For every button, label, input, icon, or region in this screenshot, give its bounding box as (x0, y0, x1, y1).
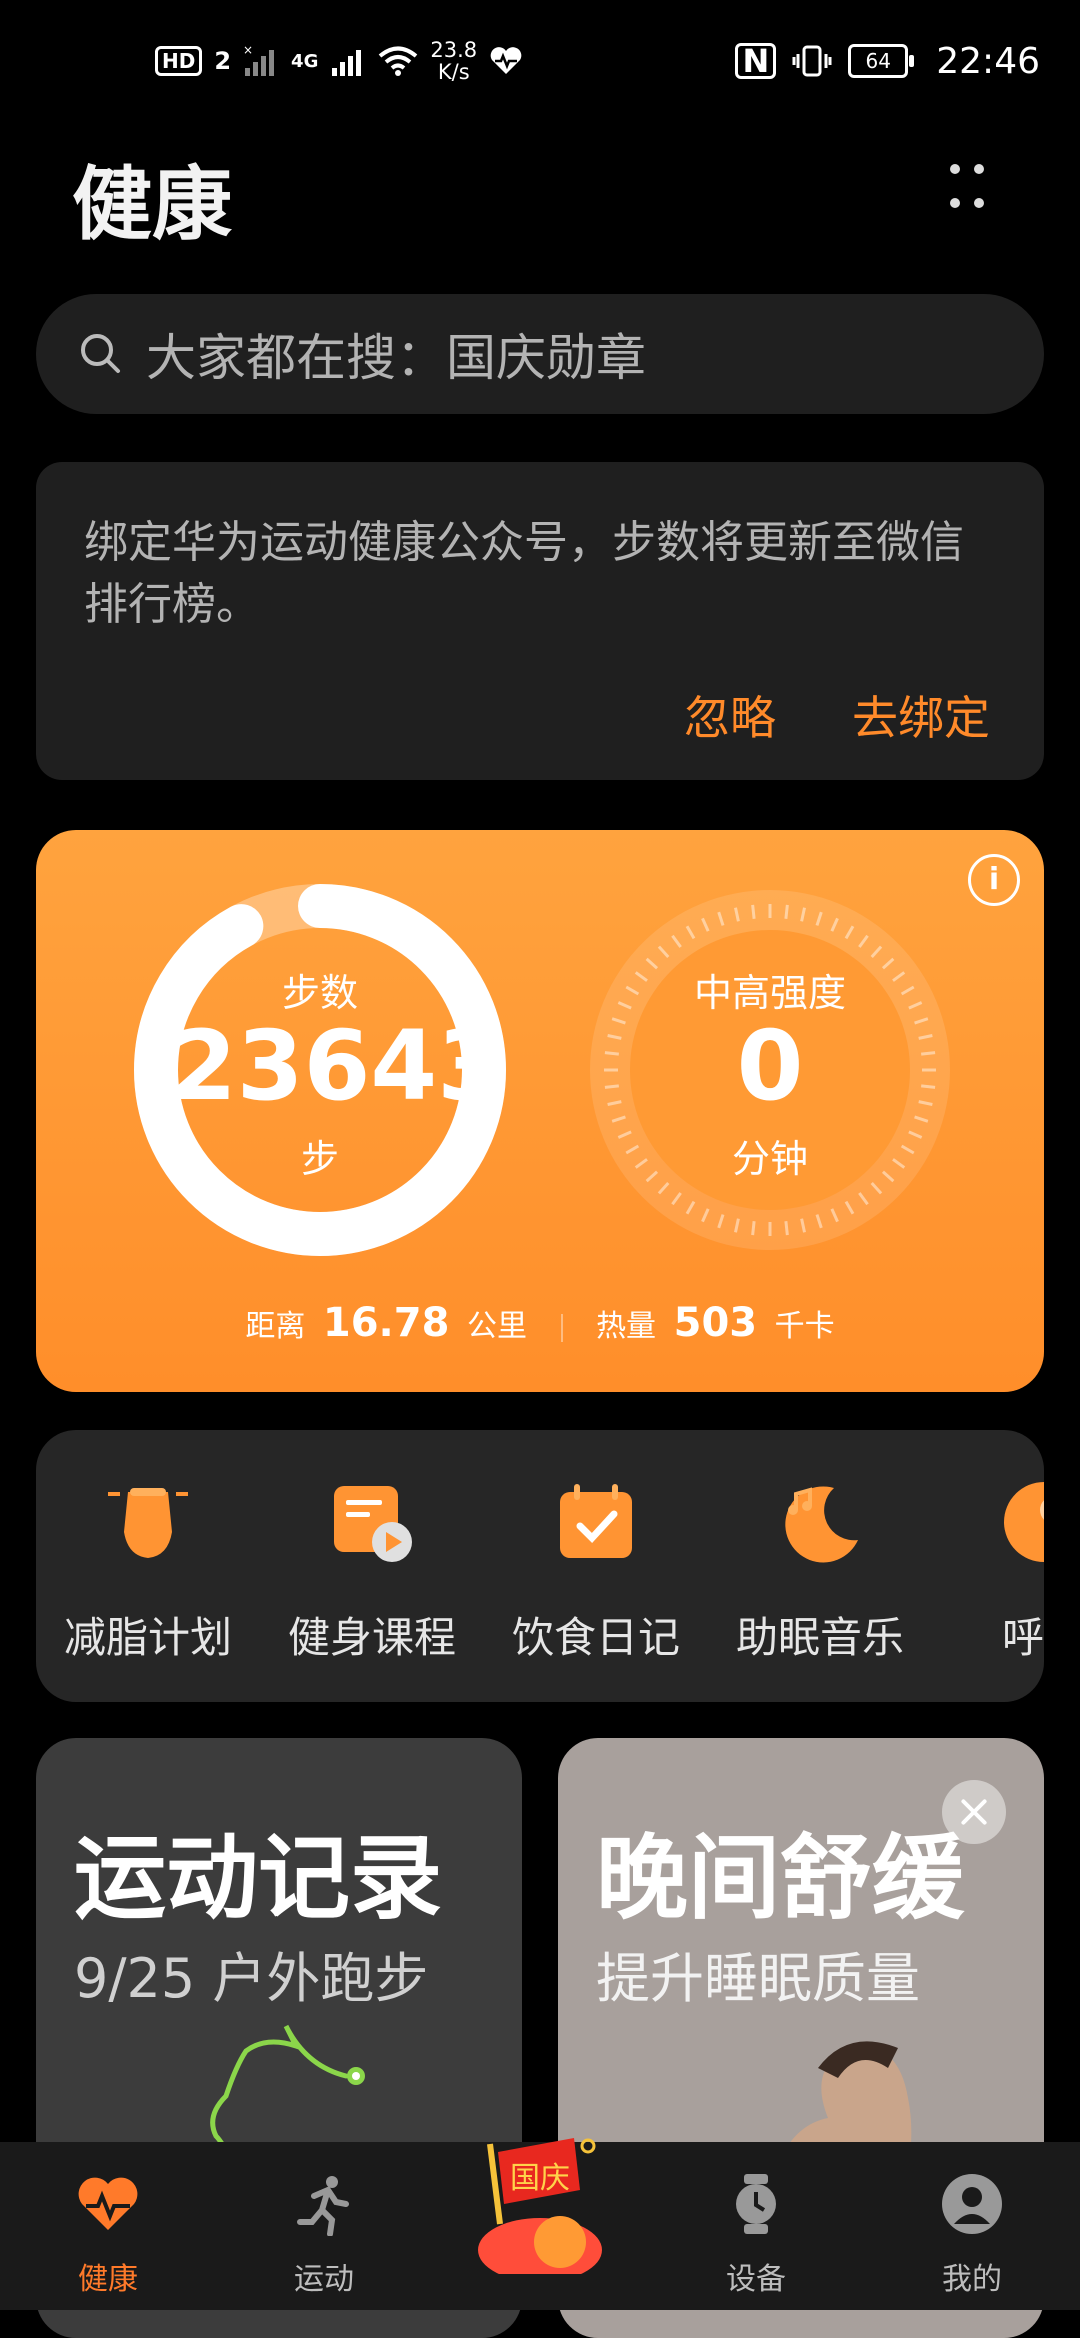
profile-icon (940, 2172, 1004, 2236)
search-placeholder: 大家都在搜：国庆勋章 (146, 329, 646, 387)
info-icon[interactable]: i (968, 854, 1020, 906)
status-right-icons: N 64 22:46 (735, 36, 1040, 86)
signal-icon (332, 50, 362, 76)
tab-devices[interactable]: 设备 (676, 2172, 836, 2298)
relax-title: 晚间舒缓 (596, 1825, 965, 1932)
steps-value: 23643 (170, 1010, 504, 1122)
bind-button[interactable]: 去绑定 (852, 682, 990, 748)
shortcut-diet-diary[interactable]: 饮食日记 (496, 1480, 696, 1665)
body-fat-icon (106, 1480, 190, 1564)
svg-text:国庆: 国庆 (510, 2161, 570, 2196)
calendar-check-icon (554, 1480, 638, 1564)
status-left-icons: HD 2 × 4G 23.8 K/s (155, 36, 523, 86)
tab-exercise[interactable]: 运动 (244, 2172, 404, 2298)
national-day-flag-icon: 国庆 (470, 2124, 610, 2282)
watch-icon (724, 2172, 788, 2236)
bottom-tab-bar: 健康 运动 国庆 设备 我的 (0, 2138, 1080, 2310)
vibrate-icon (792, 45, 832, 77)
tab-health[interactable]: 健康 (28, 2172, 188, 2298)
record-title: 运动记录 (74, 1825, 443, 1932)
shortcut-fitness-course[interactable]: 健身课程 (272, 1480, 472, 1665)
search-bar[interactable]: 大家都在搜：国庆勋章 (36, 294, 1044, 414)
shortcut-fat-loss-plan[interactable]: 减脂计划 (48, 1480, 248, 1665)
activity-card[interactable]: i 步数 23643 步 中高强度 0 分钟 距离 16.78 公里 热量 50… (36, 830, 1044, 1392)
wechat-bind-card: 绑定华为运动健康公众号，步数将更新至微信排行榜。 忽略 去绑定 (36, 462, 1044, 780)
close-icon[interactable] (942, 1780, 1006, 1844)
distance-value: 16.78 (322, 1300, 450, 1346)
network-type: 4G (291, 50, 319, 72)
search-icon (81, 334, 120, 373)
more-menu-icon[interactable] (942, 158, 992, 218)
record-subtitle: 9/25 户外跑步 (74, 1947, 429, 2010)
health-heart-icon (490, 47, 522, 74)
runner-icon (292, 2172, 356, 2237)
calories-value: 503 (673, 1300, 758, 1346)
shortcut-row: 减脂计划 健身课程 饮食日记 助眠音乐 呼 (36, 1430, 1044, 1702)
breath-icon (1002, 1480, 1044, 1564)
status-bar: HD 2 × 4G 23.8 K/s N 64 22:46 (0, 0, 1080, 120)
wifi-icon (379, 46, 418, 76)
steps-unit: 步 (300, 1137, 339, 1181)
stats-divider (560, 1313, 563, 1342)
tab-profile[interactable]: 我的 (892, 2172, 1052, 2298)
relax-subtitle: 提升睡眠质量 (596, 1947, 920, 2010)
nfc-icon: N (735, 43, 777, 79)
svg-text:×: × (243, 44, 253, 57)
network-speed: 23.8 K/s (430, 38, 478, 84)
signal-off-icon: × (243, 44, 275, 76)
intensity-value: 0 (736, 1010, 804, 1122)
intensity-unit: 分钟 (731, 1137, 808, 1181)
moon-music-icon (778, 1480, 862, 1564)
activity-stats: 距离 16.78 公里 热量 503 千卡 (36, 1300, 1044, 1346)
tab-national-day[interactable]: 国庆 (460, 2124, 620, 2282)
sim-indicator: 2 (214, 47, 232, 75)
shortcut-breathing[interactable]: 呼吸 (944, 1480, 1044, 1665)
bind-message: 绑定华为运动健康公众号，步数将更新至微信排行榜。 (84, 517, 964, 630)
page-title: 健康 (72, 158, 232, 251)
distance-unit: 公里 (466, 1309, 527, 1344)
shortcut-sleep-music[interactable]: 助眠音乐 (720, 1480, 920, 1665)
calories-label: 热量 (596, 1309, 657, 1344)
steps-label: 步数 (281, 971, 358, 1015)
calories-unit: 千卡 (774, 1309, 835, 1344)
heart-pulse-icon (76, 2172, 140, 2236)
hd-icon: HD (155, 46, 203, 76)
clock: 22:46 (936, 40, 1040, 82)
distance-label: 距离 (245, 1309, 306, 1344)
ignore-button[interactable]: 忽略 (684, 682, 776, 748)
intensity-label: 中高强度 (693, 971, 846, 1015)
battery-icon: 64 (848, 44, 915, 78)
video-course-icon (330, 1480, 414, 1564)
